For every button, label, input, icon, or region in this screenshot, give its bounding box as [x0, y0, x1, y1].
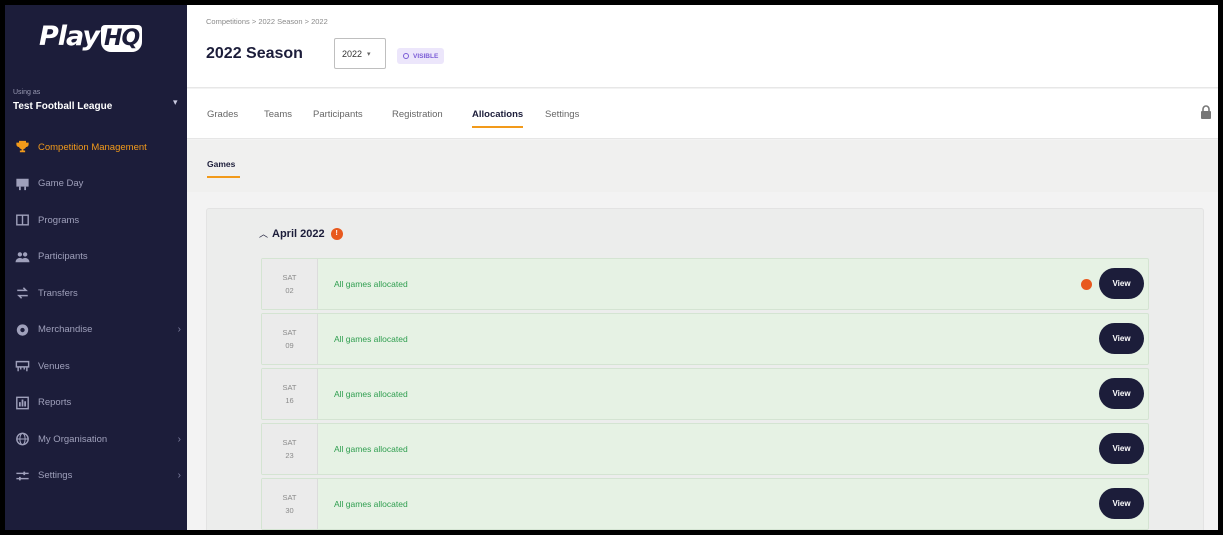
playhq-logo[interactable]: Play HQ [39, 21, 143, 52]
sidebar-item-transfers[interactable]: Transfers [5, 275, 187, 312]
sidebar-item-venues[interactable]: Venues [5, 348, 187, 385]
chevron-down-icon: ▾ [367, 50, 371, 58]
view-button[interactable]: View [1099, 433, 1144, 464]
breadcrumb[interactable]: Competitions > 2022 Season > 2022 [206, 17, 328, 26]
tab-teams[interactable]: Teams [264, 109, 292, 120]
tab-settings[interactable]: Settings [545, 109, 579, 120]
sidebar-item-participants[interactable]: Participants [5, 239, 187, 276]
alert-icon [1081, 279, 1092, 290]
sidebar-item-game-day[interactable]: Game Day [5, 166, 187, 203]
season-year-select[interactable]: 2022 ▾ [334, 38, 386, 69]
sidebar: Play HQ Using as Test Football League ▾ C… [5, 5, 187, 530]
game-date: SAT 23 [262, 424, 318, 474]
allocation-status: All games allocated [334, 334, 408, 344]
view-button[interactable]: View [1099, 323, 1144, 354]
list-item: SAT 02 All games allocated View [261, 258, 1149, 310]
page-title: 2022 Season [206, 45, 303, 62]
subtab-games[interactable]: Games [207, 159, 241, 178]
sidebar-item-merchandise[interactable]: Merchandise › [5, 312, 187, 349]
chevron-right-icon: › [177, 324, 181, 336]
book-icon [14, 213, 30, 227]
status-badge: VISIBLE [397, 48, 445, 64]
sub-tab-bar: Games [187, 140, 1218, 192]
lock-icon [1201, 105, 1211, 119]
sidebar-item-programs[interactable]: Programs [5, 202, 187, 239]
allocations-panel: ︿ April 2022 ! SAT 02 All games allocated V… [206, 208, 1204, 530]
game-list: SAT 02 All games allocated View SAT 09 All gam… [261, 258, 1149, 530]
chevron-right-icon: › [177, 433, 181, 445]
organisation-switcher[interactable]: Test Football League [13, 101, 112, 112]
view-button[interactable]: View [1099, 378, 1144, 409]
using-as-label: Using as [13, 89, 41, 96]
transfer-icon [14, 286, 30, 300]
logo-hq-text: HQ [101, 25, 143, 52]
game-date-number: 23 [285, 451, 294, 460]
sidebar-item-label: Competition Management [38, 141, 147, 153]
game-date: SAT 09 [262, 314, 318, 364]
trophy-icon [14, 140, 30, 154]
sidebar-item-reports[interactable]: Reports [5, 385, 187, 422]
sidebar-item-label: Settings [38, 470, 73, 482]
game-day: SAT [282, 328, 297, 337]
game-date-number: 09 [285, 341, 294, 350]
list-item: SAT 30 All games allocated View [261, 478, 1149, 530]
globe-icon [14, 432, 30, 446]
sidebar-item-label: Game Day [38, 178, 84, 190]
venue-icon [14, 359, 30, 373]
tab-grades[interactable]: Grades [207, 109, 238, 120]
game-date-number: 02 [285, 286, 294, 295]
view-button[interactable]: View [1099, 268, 1144, 299]
sliders-icon [14, 469, 30, 483]
view-button[interactable]: View [1099, 488, 1144, 519]
page-header: Competitions > 2022 Season > 2022 2022 S… [187, 5, 1218, 88]
game-date: SAT 30 [262, 479, 318, 529]
tab-bar: Grades Teams Participants Registration A… [187, 89, 1218, 139]
list-item: SAT 16 All games allocated View [261, 368, 1149, 420]
logo-play-text: Play [39, 21, 100, 52]
sidebar-item-label: My Organisation [38, 433, 108, 445]
chevron-up-icon: ︿ [259, 229, 269, 239]
tab-registration[interactable]: Registration [392, 109, 443, 120]
tab-allocations[interactable]: Allocations [472, 109, 524, 128]
game-date: SAT 16 [262, 369, 318, 419]
chevron-right-icon: › [177, 470, 181, 482]
alert-icon: ! [330, 227, 343, 240]
chevron-down-icon[interactable]: ▾ [173, 97, 178, 108]
game-day: SAT [282, 383, 297, 392]
sidebar-nav: Competition Management Game Day Programs… [5, 129, 187, 494]
status-badge-label: VISIBLE [413, 52, 439, 60]
sidebar-item-my-organisation[interactable]: My Organisation › [5, 421, 187, 458]
game-day: SAT [282, 493, 297, 502]
people-icon [14, 250, 30, 264]
game-day: SAT [282, 438, 297, 447]
game-date-number: 16 [285, 396, 294, 405]
sidebar-item-label: Participants [38, 251, 88, 263]
game-date-number: 30 [285, 506, 294, 515]
sidebar-item-competition-management[interactable]: Competition Management [5, 129, 187, 166]
eye-icon [403, 53, 409, 59]
sidebar-item-label: Merchandise [38, 324, 93, 336]
month-label: April 2022 [272, 227, 325, 240]
shirt-icon [14, 323, 30, 337]
season-year-value: 2022 [342, 48, 363, 59]
scoreboard-icon [14, 177, 30, 191]
app-frame: Play HQ Using as Test Football League ▾ C… [5, 5, 1218, 530]
month-toggle[interactable]: ︿ April 2022 ! [259, 227, 343, 240]
list-item: SAT 23 All games allocated View [261, 423, 1149, 475]
allocation-status: All games allocated [334, 499, 408, 509]
tab-participants[interactable]: Participants [313, 109, 363, 120]
allocation-status: All games allocated [334, 279, 408, 289]
sidebar-item-label: Programs [38, 214, 80, 226]
list-item: SAT 09 All games allocated View [261, 313, 1149, 365]
reports-icon [14, 396, 30, 410]
game-date: SAT 02 [262, 259, 318, 309]
sidebar-item-label: Venues [38, 360, 70, 372]
sidebar-item-label: Transfers [38, 287, 78, 299]
game-day: SAT [282, 273, 297, 282]
allocation-status: All games allocated [334, 389, 408, 399]
sidebar-item-label: Reports [38, 397, 72, 409]
allocation-status: All games allocated [334, 444, 408, 454]
sidebar-item-settings[interactable]: Settings › [5, 458, 187, 495]
